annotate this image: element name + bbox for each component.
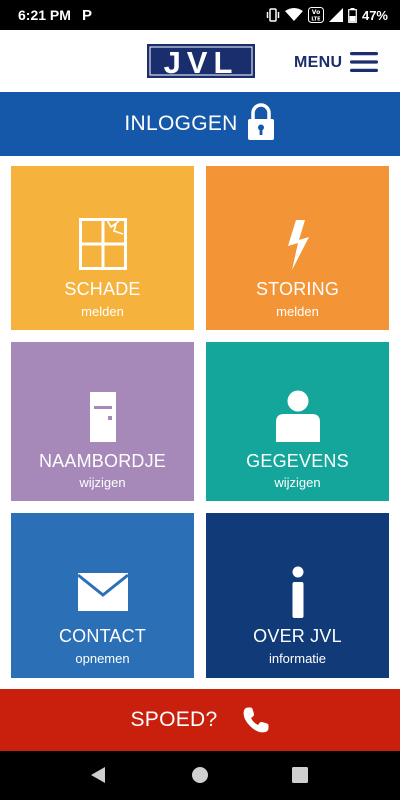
phone-icon — [243, 707, 268, 733]
login-label: INLOGGEN — [124, 112, 238, 135]
door-icon — [89, 392, 116, 442]
tile-title: OVER JVL — [253, 626, 342, 646]
emergency-label: SPOED? — [130, 708, 218, 731]
recents-icon[interactable] — [292, 766, 308, 784]
tile-schade[interactable]: SCHADE melden — [11, 166, 194, 330]
tile-subtitle: opnemen — [75, 651, 130, 666]
tile-gegevens[interactable]: GEGEVENS wijzigen — [206, 342, 389, 501]
vibrate-icon — [266, 8, 280, 22]
jvl-logo[interactable]: JVL — [147, 44, 255, 78]
lightning-icon — [287, 220, 309, 270]
volte-icon: Vo LTE — [307, 7, 324, 23]
info-icon — [292, 566, 303, 618]
home-icon[interactable] — [191, 766, 209, 784]
status-time: 6:21 PM — [18, 7, 71, 23]
broken-window-icon — [78, 218, 127, 270]
hamburger-menu-icon[interactable] — [350, 51, 378, 73]
android-nav-bar — [0, 751, 400, 800]
envelope-icon — [77, 573, 128, 611]
emergency-call-button[interactable]: SPOED? — [0, 689, 400, 751]
tile-title: SCHADE — [64, 279, 141, 299]
tile-naambordje[interactable]: NAAMBORDJE wijzigen — [11, 342, 194, 501]
person-icon — [275, 390, 320, 442]
tile-subtitle: wijzigen — [274, 475, 321, 490]
tile-subtitle: melden — [276, 304, 319, 319]
status-bar: 6:21 PM P Vo LTE 47% — [0, 0, 400, 30]
tile-subtitle: wijzigen — [79, 475, 126, 490]
tile-subtitle: melden — [81, 304, 124, 319]
signal-icon — [328, 8, 343, 22]
menu-label[interactable]: MENU — [294, 54, 342, 72]
tile-title: STORING — [255, 279, 340, 299]
tile-subtitle: informatie — [268, 651, 327, 666]
tile-title: GEGEVENS — [246, 451, 349, 471]
app-header: JVL MENU — [0, 30, 400, 92]
tile-contact[interactable]: CONTACT opnemen — [11, 513, 194, 678]
logo-text: JVL — [164, 45, 239, 78]
tile-title: CONTACT — [58, 626, 147, 646]
battery-percent: 47% — [361, 7, 388, 23]
tile-storing[interactable]: STORING melden — [206, 166, 389, 330]
parking-notification-icon: P — [82, 7, 93, 24]
login-button[interactable]: INLOGGEN — [0, 92, 400, 156]
tile-over-jvl[interactable]: OVER JVL informatie — [206, 513, 389, 678]
svg-text:LTE: LTE — [311, 17, 321, 23]
status-icons: Vo LTE 47% — [266, 6, 388, 24]
svg-text:Vo: Vo — [312, 9, 320, 16]
lock-icon — [247, 103, 274, 140]
battery-icon — [348, 7, 357, 23]
back-icon[interactable] — [89, 766, 107, 784]
tile-title: NAAMBORDJE — [38, 451, 166, 471]
wifi-icon — [284, 8, 303, 21]
